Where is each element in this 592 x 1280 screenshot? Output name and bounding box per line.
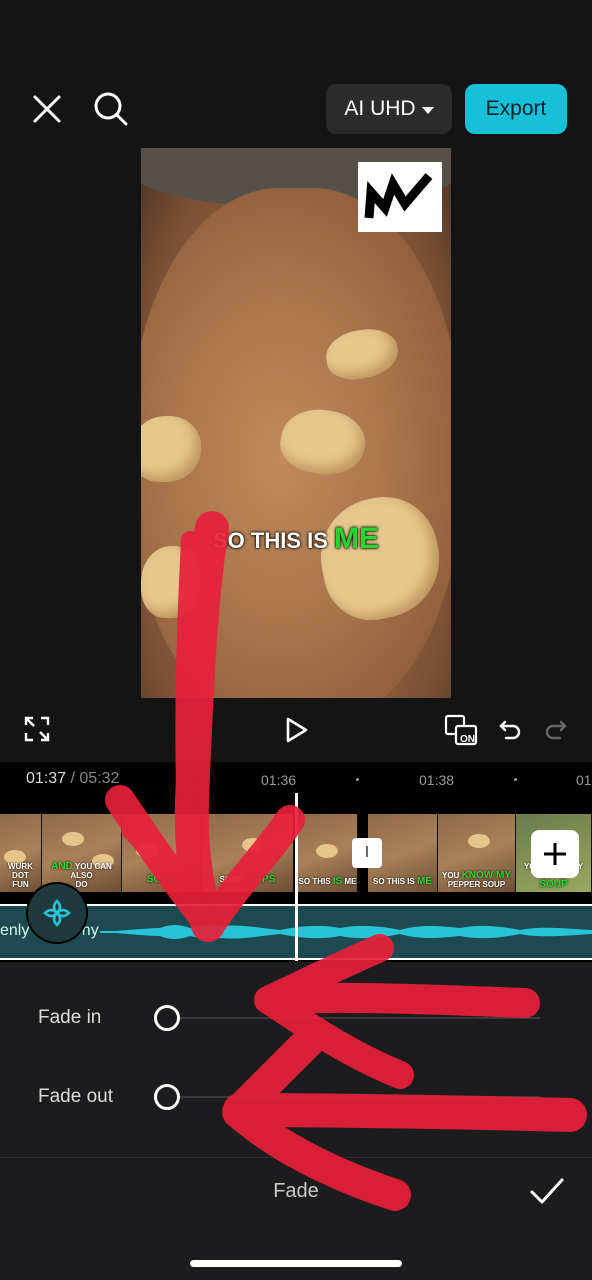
video-caption: SO THIS IS ME [141, 522, 451, 556]
audio-fx-button[interactable] [28, 884, 86, 942]
undo-icon [499, 720, 521, 740]
quality-label: AI UHD [344, 97, 416, 120]
home-indicator[interactable] [190, 1260, 402, 1267]
fade-out-label: Fade out [38, 1086, 113, 1107]
panel-divider [0, 1157, 592, 1158]
ruler-label: 01:38 [419, 772, 455, 788]
caption-highlight: ME [334, 522, 380, 555]
fullscreen-button[interactable] [24, 716, 50, 747]
fade-in-slider-track[interactable] [166, 1017, 540, 1019]
play-button[interactable] [285, 716, 309, 749]
search-icon [94, 92, 128, 126]
time-separator: / [70, 770, 75, 787]
close-icon [33, 95, 61, 123]
ruler-dot [514, 778, 517, 781]
undo-button[interactable] [498, 718, 522, 747]
ruler-dot [356, 778, 359, 781]
add-clip-button[interactable] [531, 830, 579, 878]
panel-title: Fade [273, 1180, 319, 1202]
fade-in-slider-knob[interactable] [154, 1005, 180, 1031]
clip-thumbnail[interactable]: YOU KNOW MY PEPPER SOUP [438, 814, 516, 892]
ruler-label: 01 [576, 772, 592, 788]
playhead[interactable] [295, 793, 298, 961]
ruler-label: 01:36 [261, 772, 297, 788]
fullscreen-icon [24, 716, 50, 742]
current-time: 01:37 [26, 770, 67, 787]
transition-marker[interactable]: I [352, 838, 382, 868]
redo-button[interactable] [544, 718, 568, 747]
chevron-down-icon [421, 106, 434, 114]
time-readout: 01:37 / 05:32 [26, 770, 119, 788]
clip-thumbnail[interactable]: SOME S/APS [202, 814, 294, 892]
quality-dropdown[interactable]: AI UHD [326, 84, 452, 134]
fade-in-label: Fade in [38, 1007, 102, 1028]
clip-thumbnail[interactable]: SO THIS IS ME [298, 814, 358, 892]
export-button[interactable]: Export [465, 84, 567, 134]
checkmark-icon [530, 1178, 564, 1204]
clip-thumbnail[interactable]: AND YOU CAN ALSO DO [42, 814, 122, 892]
sync-toggle[interactable]: ON [444, 714, 480, 753]
confirm-button[interactable] [528, 1176, 566, 1208]
close-button[interactable] [28, 90, 66, 128]
yam-piece [141, 546, 201, 618]
caption-text: SO THIS IS [212, 528, 335, 553]
fade-out-slider-track[interactable] [166, 1096, 540, 1098]
redo-icon [545, 720, 567, 740]
sync-badge: ON [460, 734, 475, 745]
play-icon [286, 717, 308, 743]
search-button[interactable] [90, 88, 130, 128]
add-icon [544, 843, 566, 865]
clip-thumbnail[interactable]: SOME [122, 814, 202, 892]
total-time: 05:32 [79, 770, 120, 787]
audio-fx-icon [43, 899, 71, 927]
watermark-logo [358, 162, 442, 232]
fade-out-slider-knob[interactable] [154, 1084, 180, 1110]
logo-icon [364, 173, 433, 219]
clip-thumbnail[interactable]: WURK DOT FUN [0, 814, 42, 892]
